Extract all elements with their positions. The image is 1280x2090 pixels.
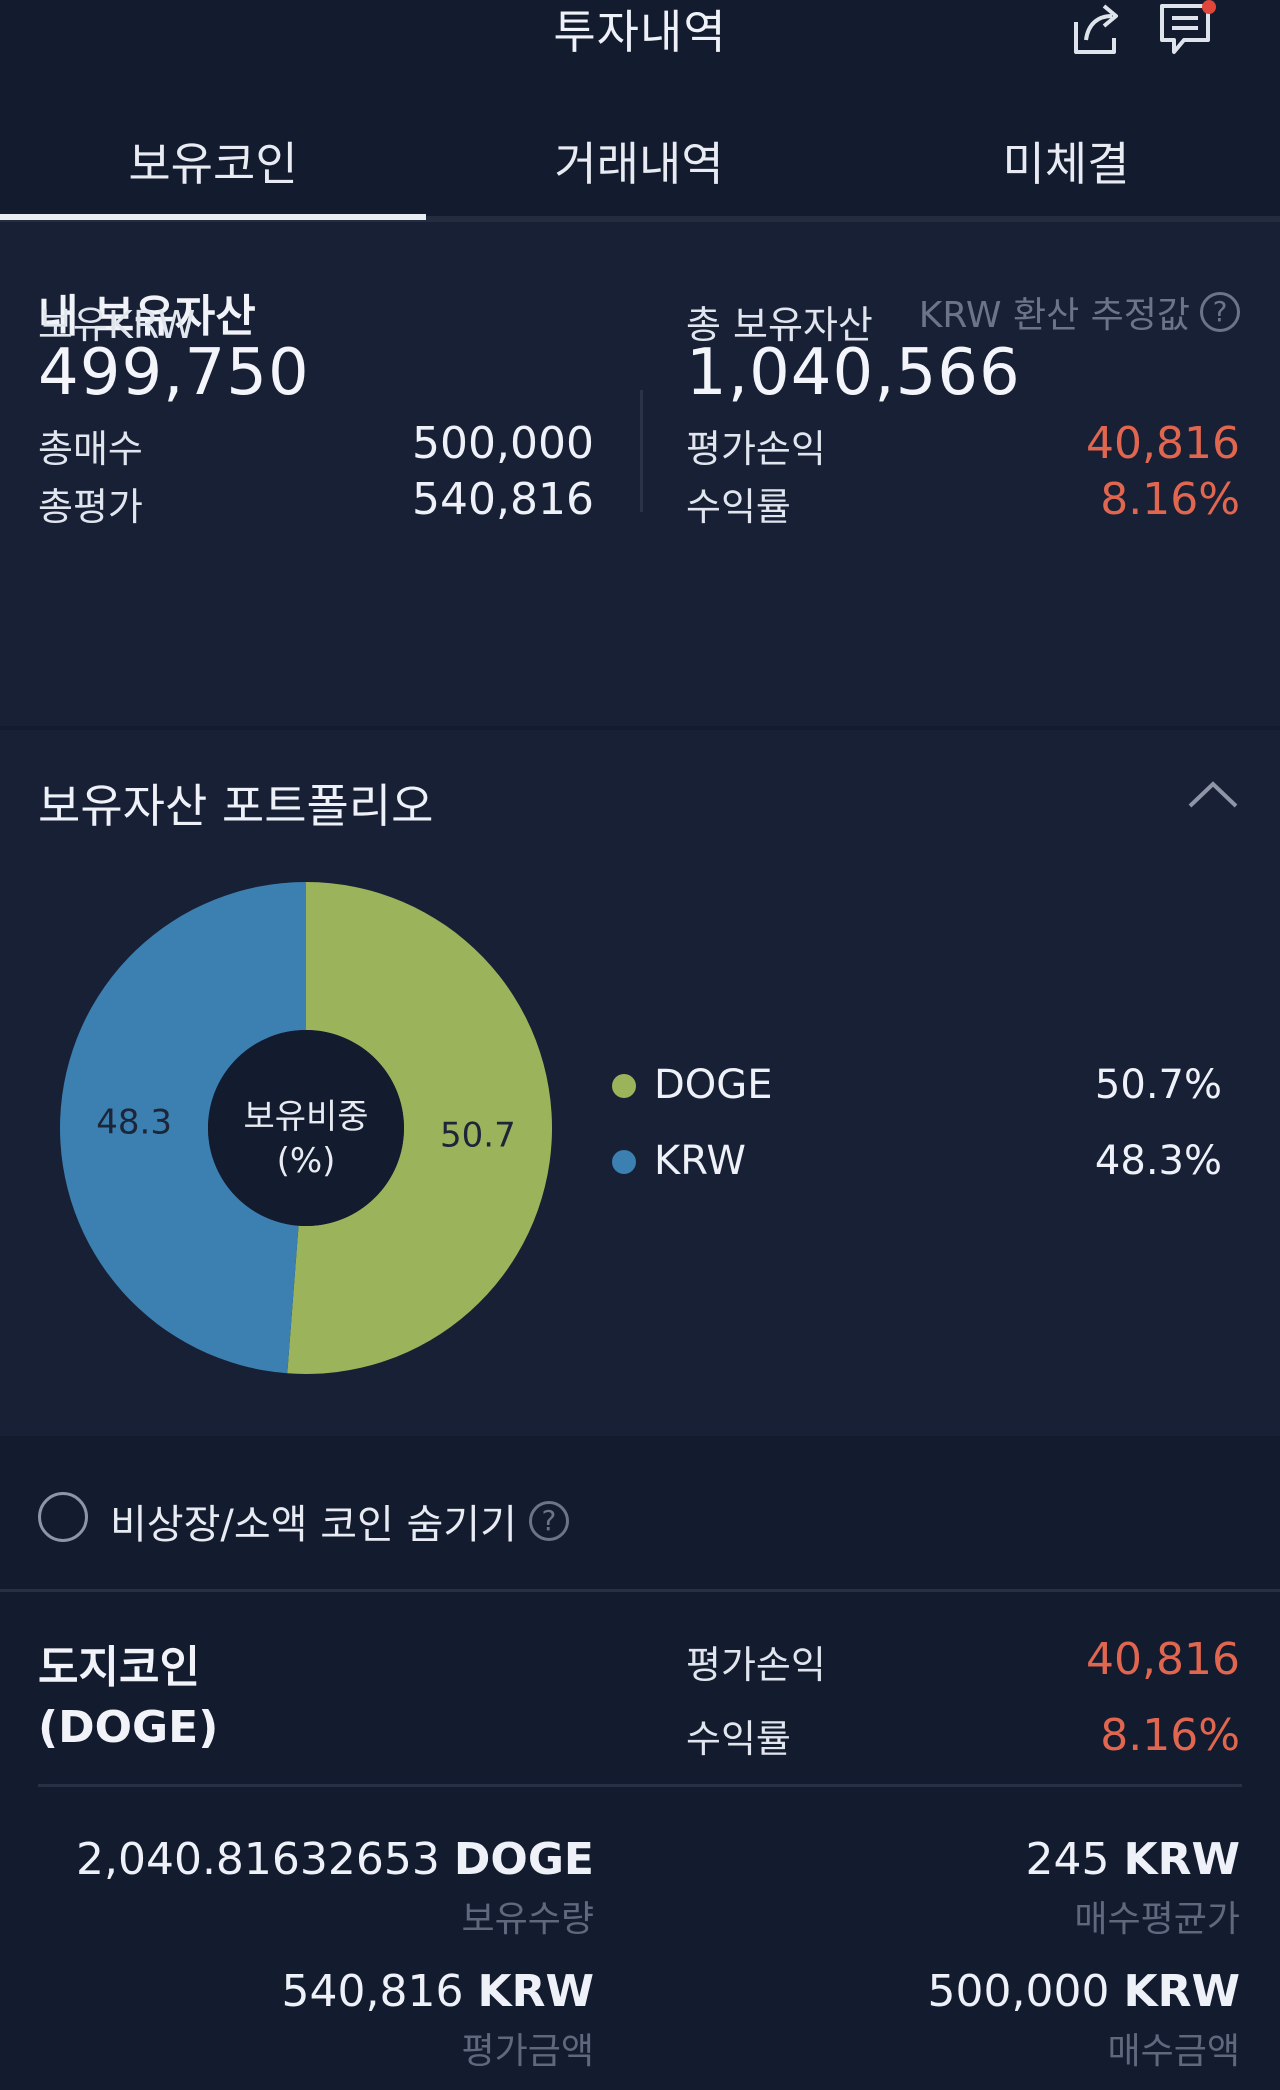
buy-amount-unit: KRW xyxy=(1123,1966,1240,2017)
legend-item-doge[interactable]: DOGE 50.7% xyxy=(612,1056,1222,1116)
tab-trade-history[interactable]: 거래내역 xyxy=(426,128,852,194)
filter-section: 비상장/소액 코인 숨기기 ? xyxy=(0,1436,1280,1592)
coin-item-doge[interactable]: 도지코인 (DOGE) 평가손익 40,816 수익률 8.16% 2,040.… xyxy=(0,1594,1280,2090)
divider xyxy=(640,390,643,512)
krw-estimate-note[interactable]: KRW 환산 추정값 ? xyxy=(919,286,1240,338)
coin-name: 도지코인 (DOGE) xyxy=(38,1638,218,1758)
coin-symbol: (DOGE) xyxy=(38,1702,219,1753)
portfolio-donut-chart: 보유비중 (%) 50.7 48.3 xyxy=(60,882,553,1374)
total-buy-label: 총매수 xyxy=(38,427,143,471)
return-label: 수익률 xyxy=(686,485,791,529)
total-eval-value: 540,816 xyxy=(412,474,594,525)
pnl-value: 40,816 xyxy=(1086,418,1240,469)
help-icon[interactable]: ? xyxy=(528,1501,569,1541)
donut-data-label-krw: 48.3 xyxy=(96,1102,172,1142)
top-bar: 투자내역 xyxy=(0,0,1280,90)
eval-amount-unit: KRW xyxy=(477,1966,594,2017)
pnl-label: 평가손익 xyxy=(686,427,826,471)
portfolio-section: 보유자산 포트폴리오 보유비중 (%) 50.7 48.3 DOGE 50.7% … xyxy=(0,730,1280,1436)
divider xyxy=(38,1784,1242,1787)
eval-amount: 540,816 KRW xyxy=(282,1966,594,2017)
held-krw-value: 499,750 xyxy=(38,336,310,410)
eval-amount-label: 평가금액 xyxy=(461,2031,594,2072)
legend-dot-krw xyxy=(612,1150,636,1174)
help-icon[interactable]: ? xyxy=(1200,292,1240,332)
legend-item-krw[interactable]: KRW 48.3% xyxy=(612,1132,1222,1192)
total-buy-value: 500,000 xyxy=(412,418,594,469)
coin-return-label: 수익률 xyxy=(686,1717,791,1761)
legend-name: KRW xyxy=(654,1138,746,1184)
portfolio-heading: 보유자산 포트폴리오 xyxy=(38,779,434,833)
donut-center-unit: (%) xyxy=(277,1141,336,1181)
eval-amount-number: 540,816 xyxy=(281,1966,464,2017)
coin-pnl-value: 40,816 xyxy=(1086,1634,1240,1685)
tab-unfilled[interactable]: 미체결 xyxy=(853,128,1279,194)
coin-name-korean: 도지코인 xyxy=(38,1642,200,1693)
buy-amount-label: 매수금액 xyxy=(1107,2031,1240,2072)
filter-text: 비상장/소액 코인 숨기기 xyxy=(110,1502,517,1548)
buy-amount: 500,000 KRW xyxy=(928,1966,1240,2017)
holding-quantity-label: 보유수량 xyxy=(461,1899,594,1940)
legend-dot-doge xyxy=(612,1074,636,1098)
holding-quantity: 2,040.81632653 DOGE xyxy=(76,1834,594,1885)
avg-buy-price-label: 매수평균가 xyxy=(1074,1899,1240,1940)
coin-pnl-label: 평가손익 xyxy=(686,1643,826,1687)
hide-small-coins-label[interactable]: 비상장/소액 코인 숨기기 ? xyxy=(110,1492,569,1550)
avg-buy-price-unit: KRW xyxy=(1123,1834,1240,1885)
my-assets-section: 내 보유자산 KRW 환산 추정값 ? 보유KRW 499,750 총 보유자산… xyxy=(0,222,1280,726)
notification-dot xyxy=(1202,0,1216,14)
donut-data-label-doge: 50.7 xyxy=(440,1116,516,1156)
chevron-up-icon[interactable] xyxy=(1188,780,1238,810)
active-tab-indicator xyxy=(0,214,426,220)
hide-small-coins-radio[interactable] xyxy=(38,1492,88,1542)
legend-percent: 48.3% xyxy=(1094,1138,1222,1184)
total-assets-value: 1,040,566 xyxy=(686,336,1021,410)
avg-buy-price-number: 245 xyxy=(1025,1834,1110,1885)
avg-buy-price: 245 KRW xyxy=(1026,1834,1241,1885)
legend-name: DOGE xyxy=(654,1062,773,1108)
holding-quantity-unit: DOGE xyxy=(453,1834,594,1885)
holding-quantity-number: 2,040.81632653 xyxy=(75,1834,440,1885)
tab-holdings[interactable]: 보유코인 xyxy=(0,128,426,194)
share-icon[interactable] xyxy=(1068,0,1128,60)
return-value: 8.16% xyxy=(1100,474,1240,525)
tab-bar: 보유코인 거래내역 미체결 xyxy=(0,100,1280,222)
buy-amount-number: 500,000 xyxy=(927,1966,1110,2017)
legend-percent: 50.7% xyxy=(1094,1062,1222,1108)
coin-return-value: 8.16% xyxy=(1100,1710,1240,1761)
total-eval-label: 총평가 xyxy=(38,485,143,529)
donut-center-label: 보유비중 xyxy=(243,1097,368,1137)
krw-estimate-label: KRW 환산 추정값 xyxy=(918,295,1190,336)
